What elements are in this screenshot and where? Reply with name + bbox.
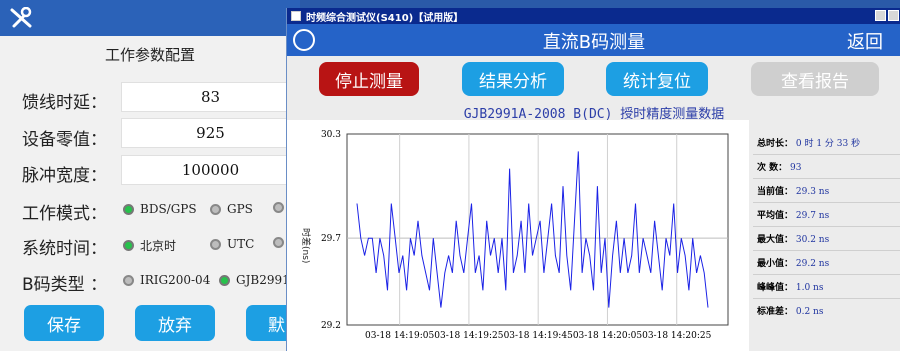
config-titlebar bbox=[0, 0, 300, 36]
stop-measure-button[interactable]: 停止测量 bbox=[319, 62, 419, 96]
stat-value: 0.2 ns bbox=[793, 307, 824, 317]
device-zero-label: 设备零值： bbox=[22, 130, 107, 150]
measure-header: 直流B码测量 返回 bbox=[287, 24, 900, 56]
stat-value: 29.7 ns bbox=[793, 211, 830, 221]
plot-area bbox=[346, 133, 729, 326]
stat-value: 1.0 ns bbox=[793, 283, 824, 293]
system-time-label: 系统时间： bbox=[22, 239, 107, 259]
stat-separator bbox=[753, 154, 900, 155]
stat-key: 次 数： bbox=[757, 163, 788, 173]
stat-separator bbox=[753, 274, 900, 275]
window-titlebar: 时频综合测试仪(S410)【试用版】 bbox=[287, 8, 900, 24]
y-axis-label: 时差(ns) bbox=[300, 228, 312, 263]
view-report-button[interactable]: 查看报告 bbox=[751, 62, 879, 96]
stat-separator bbox=[753, 202, 900, 203]
result-analysis-button[interactable]: 结果分析 bbox=[462, 62, 564, 96]
radio-dot bbox=[123, 240, 134, 251]
bcode-type-label: B码类型 ： bbox=[22, 275, 108, 295]
pulse-width-input[interactable]: 100000 bbox=[121, 155, 300, 185]
stat-key: 当前值： bbox=[757, 187, 794, 197]
stat-separator bbox=[753, 298, 900, 299]
radio-dot bbox=[273, 237, 284, 248]
stat-key: 平均值： bbox=[757, 211, 794, 221]
stat-separator bbox=[753, 178, 900, 179]
config-title: 工作参数配置 bbox=[104, 46, 195, 64]
config-window: 工作参数配置 馈线时延： 83 设备零值： 925 脉冲宽度： 100000 工… bbox=[0, 0, 300, 351]
minimize-icon[interactable] bbox=[875, 10, 886, 21]
measure-window: 时频综合测试仪(S410)【试用版】 直流B码测量 返回 停止测量 结果分析 统… bbox=[286, 8, 900, 351]
radio-dot bbox=[219, 274, 230, 286]
bcode-option-gjb[interactable]: GJB2991 bbox=[219, 273, 290, 287]
window-title: 时频综合测试仪(S410)【试用版】 bbox=[306, 12, 464, 24]
x-tick-label: 03-18 14:20:25 bbox=[642, 331, 712, 341]
stat-key: 最小值： bbox=[757, 259, 794, 269]
stat-value: 29.2 ns bbox=[793, 259, 830, 269]
stat-value: 30.2 ns bbox=[793, 235, 830, 245]
maximize-icon[interactable] bbox=[888, 10, 899, 21]
stat-row: 峰峰值： 1.0 ns bbox=[757, 280, 823, 293]
stat-value: 93 bbox=[787, 163, 802, 173]
work-mode-label: 工作模式： bbox=[22, 204, 107, 224]
stat-key: 总时长： bbox=[757, 139, 794, 149]
bcode-option-irig[interactable]: IRIG200-04 bbox=[123, 273, 210, 287]
radio-dot bbox=[123, 203, 134, 215]
back-button[interactable]: 返回 bbox=[847, 28, 883, 54]
stat-value: 0 时 1 分 33 秒 bbox=[793, 139, 861, 149]
work-mode-option-bds-gps[interactable]: BDS/GPS bbox=[123, 202, 197, 216]
stat-key: 标准差： bbox=[757, 307, 794, 317]
radio-label: GPS bbox=[227, 202, 253, 216]
app-icon bbox=[291, 11, 301, 21]
feeder-delay-input[interactable]: 83 bbox=[121, 82, 300, 112]
radio-label: BDS/GPS bbox=[140, 202, 197, 216]
radio-dot bbox=[210, 238, 221, 250]
tools-icon[interactable] bbox=[9, 7, 33, 29]
stat-key: 最大值： bbox=[757, 235, 794, 245]
feeder-delay-label: 馈线时延： bbox=[22, 93, 107, 113]
stat-row: 当前值： 29.3 ns bbox=[757, 184, 829, 197]
stat-separator bbox=[753, 250, 900, 251]
device-zero-input[interactable]: 925 bbox=[121, 118, 300, 148]
y-tick-label: 30.3 bbox=[321, 130, 341, 140]
radio-dot bbox=[210, 203, 221, 215]
y-tick-label: 29.2 bbox=[321, 321, 341, 331]
stat-separator bbox=[753, 226, 900, 227]
x-tick-label: 03-18 14:20:05 bbox=[573, 331, 643, 341]
radio-label: UTC bbox=[227, 237, 255, 251]
stat-row: 平均值： 29.7 ns bbox=[757, 208, 829, 221]
stat-value: 29.3 ns bbox=[793, 187, 830, 197]
radio-dot bbox=[123, 274, 134, 286]
work-mode-option-gps[interactable]: GPS bbox=[210, 202, 253, 216]
radio-label: GJB2991 bbox=[236, 273, 290, 287]
radio-label: 北京时 bbox=[140, 239, 177, 253]
pulse-width-label: 脉冲宽度： bbox=[22, 166, 107, 186]
stat-key: 峰峰值： bbox=[757, 283, 794, 293]
stat-row: 标准差： 0.2 ns bbox=[757, 304, 823, 317]
page-title: 直流B码测量 bbox=[542, 32, 646, 53]
system-time-option-utc[interactable]: UTC bbox=[210, 237, 254, 251]
y-tick-label: 29.7 bbox=[321, 234, 341, 244]
stats-reset-button[interactable]: 统计复位 bbox=[606, 62, 708, 96]
stat-row: 次 数： 93 bbox=[757, 160, 801, 173]
x-tick-label: 03-18 14:19:45 bbox=[504, 331, 574, 341]
stat-row: 最小值： 29.2 ns bbox=[757, 256, 829, 269]
stat-row: 总时长： 0 时 1 分 33 秒 bbox=[757, 136, 860, 149]
system-time-option-beijing[interactable]: 北京时 bbox=[123, 237, 176, 254]
discard-button[interactable]: 放弃 bbox=[135, 305, 215, 341]
x-tick-label: 03-18 14:19:05 bbox=[365, 331, 435, 341]
stat-row: 最大值： 30.2 ns bbox=[757, 232, 829, 245]
radio-dot bbox=[273, 202, 284, 213]
time-diff-chart: 30.3 29.7 29.2 03-18 14:19:05 03-18 14:19:2… bbox=[287, 120, 749, 351]
x-tick-label: 03-18 14:19:25 bbox=[434, 331, 504, 341]
radio-label: IRIG200-04 bbox=[140, 273, 211, 287]
save-button[interactable]: 保存 bbox=[24, 305, 104, 341]
